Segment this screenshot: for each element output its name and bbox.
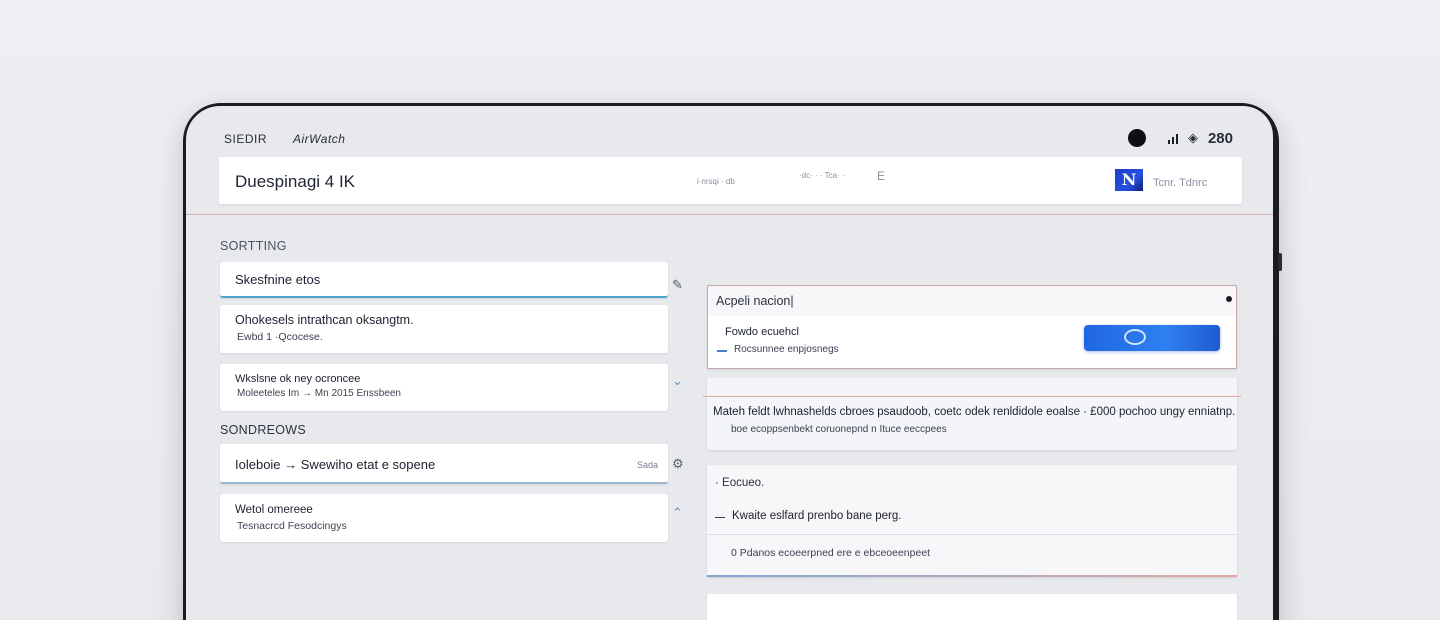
action-panel: Acpeli nacion| Fowdo ecuehcl Rocsunnee e…	[707, 285, 1237, 369]
tablet-screen: SIEDIR AirWatch ◈ 280 Duespinagi 4 IK i·…	[186, 106, 1273, 620]
status-time: 280	[1207, 129, 1233, 147]
brand-logo[interactable]: N	[1115, 169, 1143, 191]
header-hint: i·nrsqi · db	[697, 177, 735, 186]
wifi-icon: ◈	[1187, 130, 1198, 145]
dash-icon	[715, 517, 725, 518]
setting-title: Wetol omereee	[235, 504, 313, 516]
tablet-device-frame: SIEDIR AirWatch ◈ 280 Duespinagi 4 IK i·…	[183, 103, 1282, 620]
setting-card[interactable]: Skesfnine etos	[220, 262, 668, 298]
section-title-sorting: SORTTING	[220, 239, 287, 253]
setting-title: Wkslsne ok ney ocroncee	[235, 373, 361, 385]
accent-divider	[703, 396, 1241, 397]
header-separator: E	[877, 169, 886, 183]
setting-card[interactable]: Wkslsne ok ney ocroncee Moleeteles Im → …	[220, 364, 668, 411]
action-row[interactable]: Fowdo ecuehcl Rocsunnee enpjosnegs	[708, 316, 1236, 368]
action-subtitle: Rocsunnee enpjosnegs	[734, 344, 839, 355]
status-dot-icon	[1226, 296, 1232, 302]
edit-icon[interactable]: ✎	[672, 277, 683, 293]
panel-underline	[707, 575, 1237, 577]
info-text: Mateh feldt lwhnashelds cbroes psaudoob,…	[713, 406, 1236, 418]
action-toggle[interactable]	[1084, 325, 1220, 351]
setting-subtitle: Tesnacrcd Fesodcingys	[237, 520, 347, 532]
empty-panel	[707, 594, 1237, 620]
app-header: Duespinagi 4 IK i·nrsqi · db ·dc· · · Tc…	[219, 157, 1242, 204]
option-footnote: 0 Pdanos ecoeerpned ere e ebceoeenpeet	[731, 547, 931, 559]
app-title: Duespinagi 4 IK	[235, 172, 356, 191]
setting-badge: Sada	[636, 460, 658, 470]
setting-subtitle: Moleeteles Im → Mn 2015 Enssbeen	[237, 388, 401, 399]
action-title: Fowdo ecuehcl	[725, 326, 799, 338]
chevron-up-icon[interactable]: ⌃	[672, 505, 683, 521]
setting-title: Ohokesels intrathcan oksangtm.	[235, 313, 414, 327]
status-brand: AirWatch	[293, 132, 346, 146]
options-header: · Eocueo.	[715, 477, 765, 489]
account-label[interactable]: Tcnr. Tdnrc	[1153, 177, 1207, 189]
dash-icon	[717, 350, 727, 352]
header-hint: ·dc· · · Tca· ·	[799, 171, 845, 180]
info-subtext: boe ecoppsenbekt coruonepnd n Ituce eecc…	[731, 424, 947, 435]
option-label: Kwaite eslfard prenbo bane perg.	[732, 510, 902, 522]
options-panel: · Eocueo. Kwaite eslfard prenbo bane per…	[707, 465, 1237, 577]
section-title-sondreows: SONDREOWS	[220, 423, 307, 437]
info-panel: Mateh feldt lwhnashelds cbroes psaudoob,…	[703, 378, 1241, 450]
option-row[interactable]: Kwaite eslfard prenbo bane perg.	[707, 501, 1237, 535]
setting-title: Ioleboie → Swewiho etat e sopene	[235, 457, 436, 472]
setting-card[interactable]: Ohokesels intrathcan oksangtm. Ewbd 1 ·Q…	[220, 305, 668, 353]
setting-card[interactable]: Wetol omereee Tesnacrcd Fesodcingys	[220, 494, 668, 542]
action-panel-header: Acpeli nacion|	[716, 294, 794, 308]
setting-card[interactable]: Ioleboie → Swewiho etat e sopene Sada	[220, 444, 668, 484]
settings-icon[interactable]: ⚙	[672, 456, 684, 472]
toggle-knob-icon	[1124, 329, 1146, 345]
status-bar: SIEDIR AirWatch ◈ 280	[186, 128, 1273, 152]
setting-subtitle: Ewbd 1 ·Qcocese.	[237, 331, 323, 343]
setting-title: Skesfnine etos	[235, 272, 321, 287]
signal-icon	[1167, 132, 1178, 144]
header-divider	[186, 214, 1273, 215]
chevron-down-icon[interactable]: ⌄	[672, 373, 683, 389]
status-left-label: SIEDIR	[224, 132, 268, 146]
camera-icon	[1127, 129, 1146, 147]
